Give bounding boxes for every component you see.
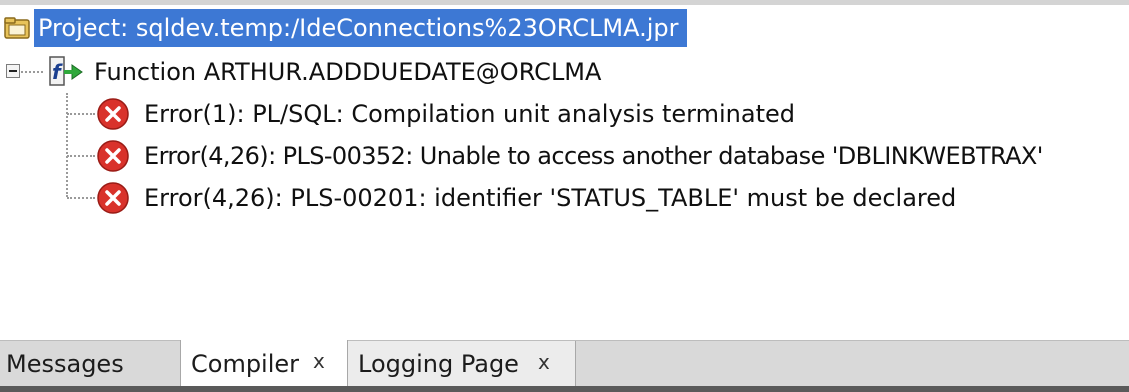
tree-connector <box>21 71 43 73</box>
close-icon[interactable]: x <box>313 349 325 373</box>
tab-logging-page[interactable]: Logging Page x <box>348 341 576 387</box>
error-message: Error(4,26): PLS-00201: identifier 'STAT… <box>144 184 957 212</box>
project-label: Project: sqldev.temp:/IdeConnections%23O… <box>34 9 687 47</box>
function-icon: f <box>44 53 90 91</box>
status-strip <box>0 386 1129 392</box>
tree-connector <box>67 113 95 115</box>
bottom-tab-bar: Messages Compiler x Logging Page x <box>0 340 1129 387</box>
compiler-tree: Project: sqldev.temp:/IdeConnections%23O… <box>0 5 1129 340</box>
tree-connector <box>67 155 95 157</box>
tree-row-error[interactable]: Error(4,26): PLS-00201: identifier 'STAT… <box>0 179 1000 217</box>
error-message: Error(1): PL/SQL: Compilation unit analy… <box>144 100 795 128</box>
tree-row-function[interactable]: f Function ARTHUR.ADDDUEDATE@ORCLMA <box>0 53 700 91</box>
close-icon[interactable]: x <box>538 350 550 374</box>
tree-row-error[interactable]: Error(1): PL/SQL: Compilation unit analy… <box>0 95 1000 133</box>
tab-compiler[interactable]: Compiler x <box>180 340 348 387</box>
compiler-log-panel: Project: sqldev.temp:/IdeConnections%23O… <box>0 0 1129 392</box>
tab-label: Logging Page <box>358 350 519 378</box>
error-icon <box>96 97 130 131</box>
tree-row-error[interactable]: Error(4,26): PLS-00352: Unable to access… <box>0 137 1129 175</box>
function-label: Function ARTHUR.ADDDUEDATE@ORCLMA <box>94 58 602 86</box>
tree-row-project[interactable]: Project: sqldev.temp:/IdeConnections%23O… <box>0 9 687 47</box>
tree-connector <box>67 197 95 199</box>
tab-label: Compiler <box>191 349 300 378</box>
error-message: Error(4,26): PLS-00352: Unable to access… <box>144 142 1043 170</box>
tab-label: Messages <box>6 350 124 378</box>
error-icon <box>96 139 130 173</box>
tab-messages[interactable]: Messages <box>0 341 180 387</box>
collapse-toggle-icon[interactable] <box>6 64 20 78</box>
project-folder-icon <box>0 9 34 47</box>
error-icon <box>96 181 130 215</box>
